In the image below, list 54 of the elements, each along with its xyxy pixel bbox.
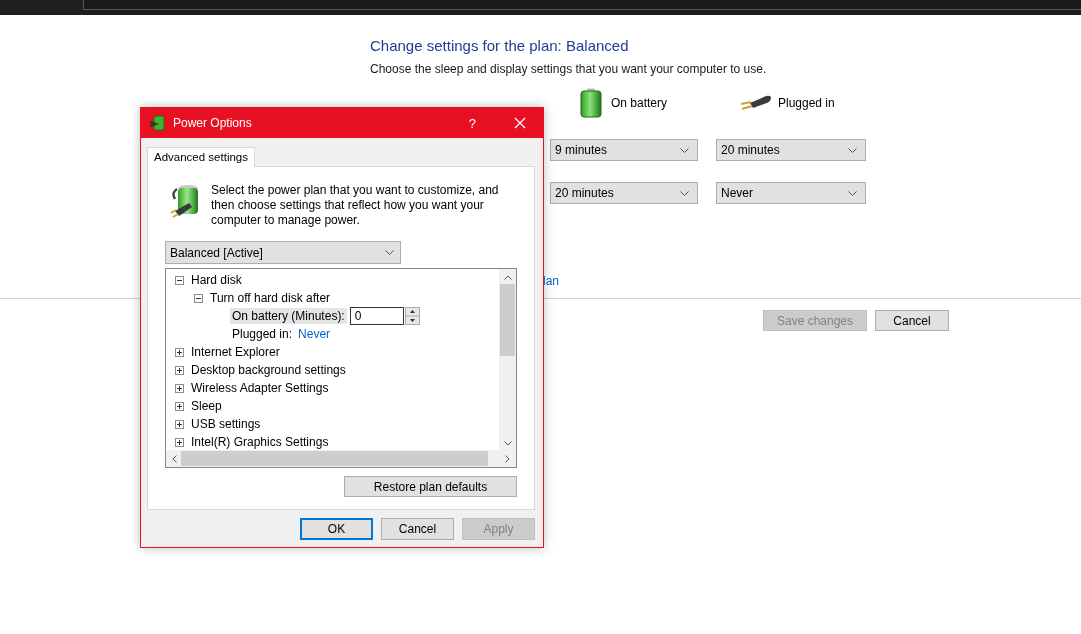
chevron-down-icon	[680, 190, 689, 196]
cancel-button[interactable]: Cancel	[875, 310, 949, 331]
tree-item[interactable]: USB settings	[191, 417, 261, 431]
page-title: Change settings for the plan: Balanced	[370, 37, 630, 54]
tree-item[interactable]: Internet Explorer	[191, 345, 280, 359]
time-dropdown[interactable]: 9 minutes	[550, 139, 698, 161]
chevron-down-icon	[680, 147, 689, 153]
scroll-left-icon[interactable]	[172, 454, 177, 463]
close-icon[interactable]	[514, 117, 526, 129]
vertical-scrollbar[interactable]	[499, 269, 516, 450]
time-dropdown[interactable]: 20 minutes	[716, 139, 866, 161]
tree-item[interactable]: Desktop background settings	[191, 363, 346, 377]
time-dropdown[interactable]: 20 minutes	[550, 182, 698, 204]
expand-icon[interactable]	[175, 347, 184, 357]
setting-value-link[interactable]: Never	[298, 327, 331, 341]
tree-item[interactable]: Hard disk	[191, 273, 242, 287]
expand-icon[interactable]	[175, 383, 184, 393]
ok-button[interactable]: OK	[300, 518, 373, 540]
tree-item[interactable]: Sleep	[191, 399, 222, 413]
settings-tab[interactable]: Advanced settings	[147, 147, 255, 167]
tree-item[interactable]: Turn off hard disk after	[210, 291, 331, 305]
column-header: On battery	[611, 96, 668, 110]
setting-label[interactable]: On battery (Minutes):	[230, 308, 347, 324]
expand-icon[interactable]	[175, 365, 184, 375]
setting-label[interactable]: Plugged in:	[230, 326, 295, 342]
column-header: Plugged in	[778, 96, 835, 110]
help-button[interactable]: ?	[468, 115, 476, 131]
restore-defaults-button[interactable]: Restore plan defaults	[344, 476, 517, 497]
expand-icon[interactable]	[175, 437, 184, 447]
chevron-down-icon	[385, 250, 394, 255]
horizontal-scrollbar[interactable]	[166, 450, 516, 467]
tree-item[interactable]: Wireless Adapter Settings	[191, 381, 329, 395]
collapse-icon[interactable]	[175, 275, 184, 285]
scroll-up-icon[interactable]	[503, 275, 512, 280]
plan-dropdown[interactable]: Balanced [Active]	[165, 241, 401, 264]
scroll-down-icon[interactable]	[503, 441, 512, 446]
expand-icon[interactable]	[175, 419, 184, 429]
chevron-down-icon	[848, 147, 857, 153]
expand-icon[interactable]	[175, 401, 184, 411]
cancel-button[interactable]: Cancel	[381, 518, 454, 540]
address-field[interactable]	[83, 0, 1081, 10]
scroll-right-icon[interactable]	[505, 454, 510, 463]
battery-icon	[580, 88, 602, 118]
tree-item[interactable]: Intel(R) Graphics Settings	[191, 435, 329, 449]
chevron-down-icon	[848, 190, 857, 196]
battery-plug-icon	[149, 114, 167, 132]
page-subtitle: Choose the sleep and display settings that you want your computer to use.	[370, 62, 768, 76]
power-plug-icon	[740, 94, 772, 112]
dialog-description: Select the power plan that you want to customize, and then choose settings that reflect how you want your computer to manage power.	[211, 183, 500, 228]
spin-arrows-icon[interactable]	[404, 307, 420, 325]
collapse-icon[interactable]	[194, 293, 203, 303]
dialog-title: Power Options	[173, 116, 253, 130]
plan-link[interactable]: lan	[543, 274, 559, 288]
time-dropdown[interactable]: Never	[716, 182, 866, 204]
